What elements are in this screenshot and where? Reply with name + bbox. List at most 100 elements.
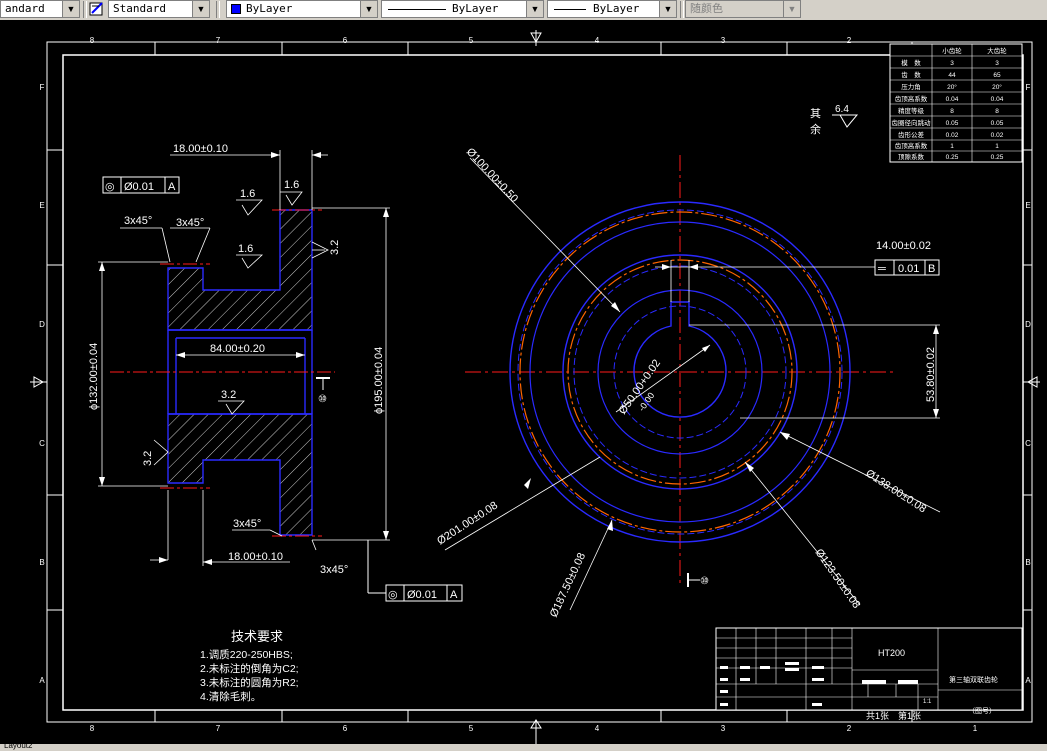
param-cell: 0.25 bbox=[946, 154, 959, 161]
lineweight-value: ByLayer bbox=[593, 2, 640, 15]
dim-width-top: 18.00±0.10 bbox=[173, 143, 228, 155]
roughness-value: 6.4 bbox=[835, 104, 849, 115]
scale-value: 1:1 bbox=[923, 699, 932, 705]
zone-col-label: 7 bbox=[216, 36, 221, 45]
tab-layout2[interactable]: Layout2 bbox=[4, 741, 32, 750]
zone-col-label: 8 bbox=[90, 36, 95, 45]
linetype-dropdown[interactable]: ByLayer ▼ bbox=[381, 0, 544, 18]
text-style-dropdown[interactable]: andard ▼ bbox=[0, 0, 80, 18]
layer-value: ByLayer bbox=[246, 2, 293, 15]
chevron-down-icon[interactable]: ▼ bbox=[659, 1, 676, 17]
zone-col-label: 5 bbox=[469, 724, 474, 733]
zone-col-label: 6 bbox=[343, 724, 348, 733]
zone-col-label: 5 bbox=[469, 36, 474, 45]
chevron-down-icon[interactable]: ▼ bbox=[192, 1, 209, 17]
param-cell: 8 bbox=[950, 108, 954, 115]
rest-label: 其 bbox=[810, 107, 821, 120]
part-name: 第三轴双联齿轮 bbox=[949, 675, 998, 684]
dim-outer-diameter: ϕ195.00±0.04 bbox=[373, 347, 385, 414]
param-cell: 齿圈径向跳动 bbox=[892, 118, 932, 127]
roughness-value: 1.6 bbox=[240, 188, 255, 200]
zone-row-label: C bbox=[39, 439, 45, 448]
datum-label: ⑩ bbox=[700, 576, 709, 587]
gdt-datum: A bbox=[450, 589, 458, 601]
zone-col-label: 4 bbox=[595, 36, 600, 45]
param-cell: 顶隙系数 bbox=[898, 152, 925, 161]
note-item: 1.调质220-250HBS; bbox=[200, 649, 293, 661]
note-item: 2.未标注的倒角为C2; bbox=[200, 662, 299, 675]
zone-row-label: D bbox=[39, 320, 45, 329]
gdt-tolerance: 0.01 bbox=[898, 263, 919, 275]
param-cell: 0.04 bbox=[946, 96, 959, 103]
roughness-value: 1.6 bbox=[238, 243, 253, 255]
gdt-datum: B bbox=[928, 263, 935, 275]
chevron-down-icon[interactable]: ▼ bbox=[360, 1, 377, 17]
datum-label: ⑩ bbox=[318, 394, 327, 405]
param-cell: 齿 数 bbox=[901, 70, 921, 79]
zone-col-label: 7 bbox=[216, 724, 221, 733]
zone-col-label: 1 bbox=[973, 724, 978, 733]
chevron-down-icon[interactable]: ▼ bbox=[62, 1, 79, 17]
param-cell: 齿顶高系数 bbox=[895, 141, 928, 150]
lineweight-dropdown[interactable]: ByLayer ▼ bbox=[547, 0, 677, 18]
zone-row-label: B bbox=[1025, 558, 1030, 567]
param-header: 大齿轮 bbox=[987, 46, 1007, 55]
param-cell: 44 bbox=[948, 72, 956, 79]
roughness-value: 3.2 bbox=[142, 451, 154, 466]
chamfer-label: 3x45° bbox=[233, 518, 261, 530]
param-header: 小齿轮 bbox=[942, 46, 962, 55]
dim-style-value: Standard bbox=[113, 2, 166, 15]
dim-inner-length: 84.00±0.20 bbox=[210, 343, 265, 355]
chevron-down-icon[interactable]: ▼ bbox=[783, 1, 800, 17]
plot-style-dropdown[interactable]: 随颜色 ▼ bbox=[685, 0, 801, 18]
rest-label: 余 bbox=[810, 122, 821, 136]
zone-row-label: D bbox=[1025, 320, 1031, 329]
dim-keyway-width: 14.00±0.02 bbox=[876, 240, 931, 252]
zone-row-label: C bbox=[1025, 439, 1031, 448]
roughness-value: 3.2 bbox=[329, 240, 341, 255]
color-swatch-icon bbox=[231, 4, 241, 14]
dimension-style-icon[interactable] bbox=[89, 1, 105, 17]
param-cell: 齿形公差 bbox=[898, 130, 925, 139]
toolbar-separator bbox=[680, 1, 684, 18]
toolbar-separator bbox=[83, 1, 87, 18]
concentricity-icon: ◎ bbox=[105, 181, 115, 193]
drawing-canvas[interactable]: 8 7 6 5 4 3 2 8 7 6 5 4 3 2 1 F E D C B … bbox=[0, 20, 1047, 744]
line-preview-icon bbox=[388, 9, 446, 10]
param-cell: 1 bbox=[995, 143, 999, 150]
layer-color-dropdown[interactable]: ByLayer ▼ bbox=[226, 0, 378, 18]
zone-row-label: F bbox=[40, 83, 45, 92]
param-cell: 3 bbox=[950, 60, 954, 67]
dim-hub-diameter: ϕ132.00±0.04 bbox=[88, 343, 100, 410]
zone-row-label: A bbox=[39, 676, 45, 685]
gdt-frame-right: ═ 0.01 B bbox=[874, 259, 940, 276]
param-cell: 3 bbox=[995, 60, 999, 67]
roughness-value: 1.6 bbox=[284, 179, 299, 191]
roughness-value: 3.2 bbox=[221, 389, 236, 401]
title-block: HT200 第三轴双联齿轮 1:1 共1张 第1张 （图号） bbox=[715, 627, 1023, 721]
param-cell: 1 bbox=[950, 143, 954, 150]
zone-row-label: A bbox=[1025, 676, 1031, 685]
dim-style-dropdown[interactable]: Standard ▼ bbox=[108, 0, 210, 18]
dim-width-bottom: 18.00±0.10 bbox=[228, 551, 283, 563]
chevron-down-icon[interactable]: ▼ bbox=[526, 1, 543, 17]
gdt-datum: A bbox=[168, 181, 176, 193]
zone-row-label: E bbox=[39, 201, 44, 210]
zone-col-label: 2 bbox=[847, 36, 852, 45]
drawing-number: （图号） bbox=[968, 707, 996, 715]
param-cell: 65 bbox=[993, 72, 1001, 79]
param-cell: 0.02 bbox=[946, 132, 959, 139]
zone-col-label: 4 bbox=[595, 724, 600, 733]
param-cell: 0.04 bbox=[991, 96, 1004, 103]
param-cell: 齿顶高系数 bbox=[895, 94, 928, 103]
param-cell: 精度等级 bbox=[898, 106, 925, 115]
gdt-tolerance: Ø0.01 bbox=[124, 181, 154, 193]
param-cell: 0.02 bbox=[991, 132, 1004, 139]
notes-title: 技术要求 bbox=[231, 629, 283, 644]
material-label: HT200 bbox=[878, 648, 905, 658]
zone-col-label: 3 bbox=[721, 724, 726, 733]
chamfer-label: 3x45° bbox=[124, 215, 152, 227]
plot-style-value: 随颜色 bbox=[690, 3, 723, 15]
concentricity-icon: ◎ bbox=[388, 589, 398, 601]
zone-col-label: 2 bbox=[847, 724, 852, 733]
